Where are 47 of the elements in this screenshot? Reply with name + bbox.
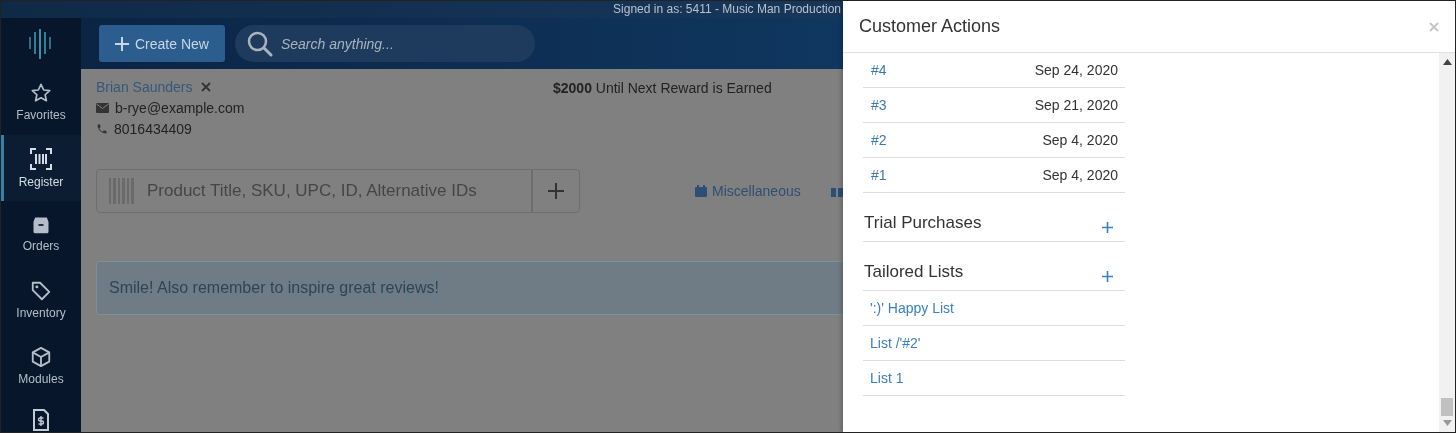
order-date: Sep 21, 2020 xyxy=(1034,97,1118,113)
drawer-title: Customer Actions xyxy=(859,16,1001,37)
product-search-field[interactable]: Product Title, SKU, UPC, ID, Alternative IDs xyxy=(96,169,532,213)
customer-phone: 8016434409 xyxy=(114,121,192,137)
section-title: Tailored Lists xyxy=(864,262,964,282)
cube-icon xyxy=(30,346,52,368)
star-icon xyxy=(30,82,52,104)
order-date: Sep 4, 2020 xyxy=(1042,167,1118,183)
sidebar-item[interactable]: Modules xyxy=(1,333,81,399)
plus-icon xyxy=(548,183,564,199)
reward-message: $2000 Until Next Reward is Earned xyxy=(553,79,772,98)
list-link[interactable]: List 1 xyxy=(863,361,1125,396)
scroll-thumb[interactable] xyxy=(1441,398,1453,416)
customer-email: b-rye@example.com xyxy=(115,100,245,116)
phone-icon xyxy=(96,123,108,135)
add-button[interactable] xyxy=(532,169,580,213)
alert-text: Smile! Also remember to inspire great reviews! xyxy=(109,279,439,297)
create-new-button[interactable]: Create New xyxy=(99,25,225,62)
logo-icon xyxy=(28,28,54,59)
search-icon xyxy=(246,31,273,57)
scroll-down-icon[interactable] xyxy=(1442,420,1452,426)
plus-icon[interactable] xyxy=(1102,270,1113,282)
order-link[interactable]: #2 xyxy=(871,132,887,148)
tag-icon xyxy=(30,280,52,302)
calendar-icon xyxy=(695,185,707,197)
plus-icon xyxy=(115,36,129,51)
search-field[interactable]: Search anything... xyxy=(234,25,535,62)
section-title: Trial Purchases xyxy=(864,213,982,233)
order-link[interactable]: #1 xyxy=(871,167,887,183)
sidebar-item[interactable]: Inventory xyxy=(1,267,81,333)
sidebar-item[interactable]: Register xyxy=(1,135,81,201)
order-link[interactable]: #4 xyxy=(871,62,887,78)
barcode-icon xyxy=(29,147,53,171)
signed-in-label: Signed in as: 5411 - Music Man Production xyxy=(613,1,841,18)
close-icon[interactable] xyxy=(200,82,211,92)
scroll-up-icon[interactable] xyxy=(1442,59,1452,65)
plus-icon[interactable] xyxy=(1102,221,1113,233)
invoice-icon xyxy=(32,409,50,431)
sidebar-item[interactable]: Favorites xyxy=(1,69,81,135)
envelope-icon xyxy=(96,103,109,113)
list-link[interactable]: List /'#2' xyxy=(863,326,1125,361)
order-date: Sep 24, 2020 xyxy=(1034,62,1118,78)
order-link[interactable]: #3 xyxy=(871,97,887,113)
order-date: Sep 4, 2020 xyxy=(1042,132,1118,148)
box-icon xyxy=(31,215,51,235)
sidebar-item[interactable]: Orders xyxy=(1,201,81,267)
list-link[interactable]: ':)' Happy List xyxy=(863,291,1125,326)
